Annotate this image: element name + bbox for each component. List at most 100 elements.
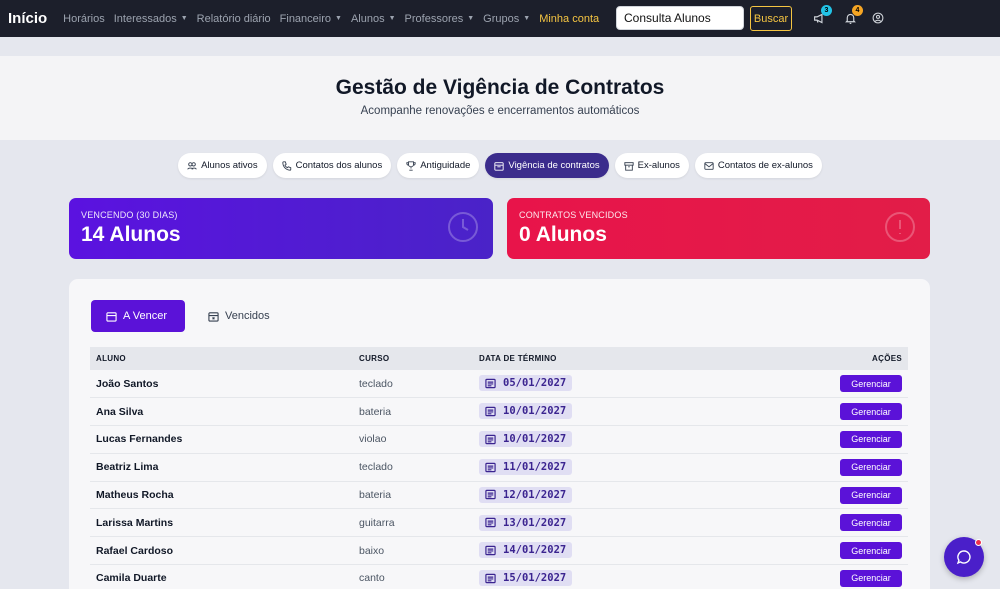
expired-label: CONTRATOS VENCIDOS <box>519 210 628 220</box>
table-body: João Santos teclado 05/01/2027 Gerenciar Ana… <box>90 370 908 589</box>
table-row: Matheus Rocha bateria 12/01/2027 Gerenciar <box>90 481 908 510</box>
end-date-value: 05/01/2027 <box>503 377 567 390</box>
table-row: Rafael Cardoso baixo 14/01/2027 Gerenciar <box>90 536 908 566</box>
student-name: Larissa Martins <box>90 508 353 538</box>
calendar-icon <box>485 378 496 389</box>
table-row: João Santos teclado 05/01/2027 Gerenciar <box>90 370 908 399</box>
calendar-x-icon <box>208 311 219 322</box>
student-name: João Santos <box>90 370 353 399</box>
student-name: Lucas Fernandes <box>90 425 353 454</box>
student-course: teclado <box>353 370 473 399</box>
end-date-badge: 10/01/2027 <box>479 403 573 420</box>
pill-contatos-de-ex-alunos[interactable]: Contatos de ex-alunos <box>694 153 822 178</box>
archive-icon <box>623 161 634 171</box>
manage-button[interactable]: Gerenciar <box>840 403 902 421</box>
announcements-button[interactable]: 3 <box>810 5 832 27</box>
table-row: Larissa Martins guitarra 13/01/2027 Gerenci… <box>90 508 908 538</box>
chevron-down-icon: ▼ <box>523 15 531 22</box>
announcements-badge: 3 <box>821 5 832 16</box>
chevron-down-icon: ▼ <box>467 15 475 22</box>
pill-label: Contatos dos alunos <box>295 160 383 171</box>
end-date-cell: 15/01/2027 <box>473 564 729 589</box>
brand-home-link[interactable]: Início <box>8 10 47 27</box>
manage-button[interactable]: Gerenciar <box>840 458 902 476</box>
pill-label: Antiguidade <box>420 160 471 171</box>
nav-link-label: Financeiro <box>279 12 332 25</box>
nav-link-label: Professores <box>404 12 464 25</box>
student-course: violao <box>353 425 473 454</box>
tab-expiring[interactable]: A Vencer <box>91 300 185 332</box>
end-date-badge: 15/01/2027 <box>479 570 573 587</box>
nav-link-hor-rios[interactable]: Horários <box>63 13 105 25</box>
contracts-panel: A Vencer Vencidos ALUNO CURSO DATA DE TÉ… <box>69 279 930 589</box>
nav-link-grupos[interactable]: Grupos ▼ <box>483 13 530 25</box>
actions-cell: Gerenciar <box>728 508 908 538</box>
envelope-icon <box>704 161 714 170</box>
manage-button[interactable]: Gerenciar <box>840 569 902 587</box>
pill-label: Ex-alunos <box>637 160 680 171</box>
nav-link-professores[interactable]: Professores ▼ <box>405 13 475 25</box>
page-title: Gestão de Vigência de Contratos <box>335 76 665 99</box>
header-student: ALUNO <box>90 347 353 370</box>
pill-alunos-ativos[interactable]: Alunos ativos <box>178 153 267 178</box>
manage-button[interactable]: Gerenciar <box>840 375 902 393</box>
end-date-cell: 10/01/2027 <box>473 397 729 427</box>
table-row: Camila Duarte canto 15/01/2027 Gerenciar <box>90 564 908 589</box>
manage-button[interactable]: Gerenciar <box>840 542 902 560</box>
pill-contatos-dos-alunos[interactable]: Contatos dos alunos <box>272 153 392 178</box>
actions-cell: Gerenciar <box>728 564 908 589</box>
actions-cell: Gerenciar <box>728 425 908 454</box>
actions-cell: Gerenciar <box>728 536 908 566</box>
pill-ex-alunos[interactable]: Ex-alunos <box>614 153 689 178</box>
calendar-icon <box>485 573 496 583</box>
account-button[interactable] <box>869 9 887 27</box>
nav-link-interessados[interactable]: Interessados ▼ <box>114 13 188 25</box>
pill-vig-ncia-de-contratos[interactable]: Vigência de contratos <box>485 153 609 178</box>
search-button[interactable]: Buscar <box>750 6 792 31</box>
search-input[interactable] <box>616 6 744 30</box>
nav-link-label: Horários <box>63 12 105 25</box>
chat-unread-dot <box>975 539 982 546</box>
end-date-value: 13/01/2027 <box>503 516 567 529</box>
tab-expired[interactable]: Vencidos <box>193 300 285 332</box>
end-date-value: 15/01/2027 <box>503 572 567 585</box>
manage-button[interactable]: Gerenciar <box>840 486 902 504</box>
nav-link-alunos[interactable]: Alunos ▼ <box>351 13 396 25</box>
nav-link-label: Alunos <box>350 12 385 25</box>
end-date-value: 14/01/2027 <box>503 544 567 557</box>
contracts-table: ALUNO CURSO DATA DE TÉRMINO AÇÕES João S… <box>90 347 908 589</box>
alert-circle-icon <box>885 212 915 242</box>
nav-link-relat-rio-di-rio[interactable]: Relatório diário <box>197 13 271 25</box>
users-icon <box>187 161 197 169</box>
expiring-value: 14 Alunos <box>81 223 181 246</box>
header-actions: AÇÕES <box>728 347 908 370</box>
clock-icon <box>448 212 478 242</box>
tab-expiring-label: A Vencer <box>123 310 168 322</box>
pill-antiguidade[interactable]: Antiguidade <box>397 153 480 178</box>
chat-button[interactable] <box>944 537 984 577</box>
end-date-badge: 13/01/2027 <box>479 514 573 531</box>
notifications-button[interactable]: 4 <box>841 5 863 27</box>
student-course: canto <box>353 564 473 589</box>
manage-button[interactable]: Gerenciar <box>840 514 902 532</box>
page-subtitle: Acompanhe renovações e encerramentos aut… <box>360 105 640 117</box>
tab-expired-label: Vencidos <box>225 310 270 322</box>
nav-link-label: Interessados <box>113 12 177 25</box>
chevron-down-icon: ▼ <box>335 15 342 22</box>
expiring-label: VENCENDO (30 DIAS) <box>81 210 178 220</box>
table-row: Ana Silva bateria 10/01/2027 Gerenciar <box>90 397 908 427</box>
end-date-value: 10/01/2027 <box>503 405 567 418</box>
student-name: Ana Silva <box>90 397 353 427</box>
end-date-value: 11/01/2027 <box>503 461 567 474</box>
calendar-icon <box>485 545 496 556</box>
actions-cell: Gerenciar <box>728 370 908 399</box>
expired-stat-card: CONTRATOS VENCIDOS 0 Alunos <box>507 198 930 259</box>
student-course: guitarra <box>353 508 473 538</box>
page-header: Gestão de Vigência de Contratos Acompanh… <box>0 56 1000 140</box>
nav-link-minha-conta[interactable]: Minha conta <box>539 13 599 25</box>
phone-icon <box>281 160 291 171</box>
calendar-icon <box>485 434 496 444</box>
nav-link-financeiro[interactable]: Financeiro ▼ <box>280 13 342 25</box>
manage-button[interactable]: Gerenciar <box>840 430 902 448</box>
expiring-stat-card: VENCENDO (30 DIAS) 14 Alunos <box>69 198 493 259</box>
